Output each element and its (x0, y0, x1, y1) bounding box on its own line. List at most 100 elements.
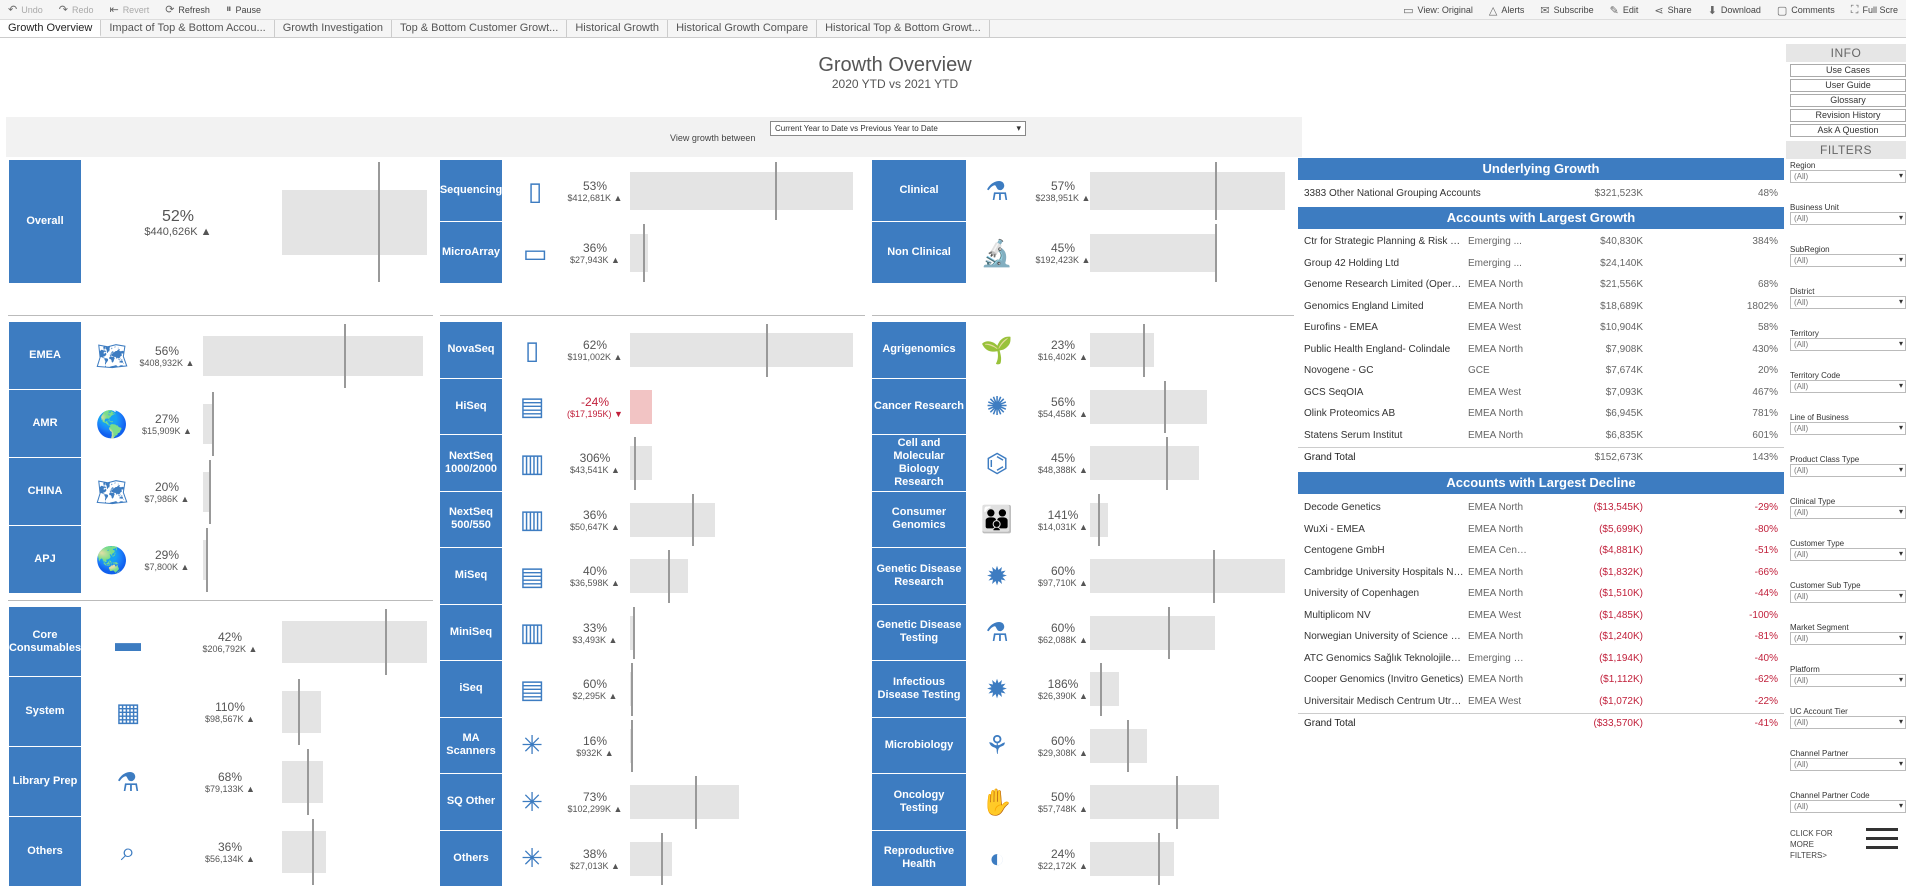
tile-label[interactable]: MA Scanners (440, 718, 502, 775)
table-row[interactable]: 3383 Other National Grouping Accounts $3… (1298, 184, 1784, 205)
table-row[interactable]: GCS SeqOIAEMEA West$7,093K467% (1298, 383, 1784, 404)
share-button[interactable]: ⋖Share (1646, 4, 1699, 17)
filter-dropdown[interactable]: (All) (1790, 254, 1906, 267)
view-growth-select[interactable]: Current Year to Date vs Previous Year to… (770, 121, 1026, 136)
filter-dropdown[interactable]: (All) (1790, 674, 1906, 687)
tab-growth-overview[interactable]: Growth Overview (0, 20, 101, 37)
info-button[interactable]: Use Cases (1790, 64, 1906, 77)
pause-button[interactable]: ⏸Pause (218, 3, 269, 16)
filter-dropdown[interactable]: (All) (1790, 212, 1906, 225)
undo-button[interactable]: ↶Undo (0, 3, 51, 16)
comments-button[interactable]: ▢Comments (1769, 4, 1843, 17)
tab-historical-growth-compare[interactable]: Historical Growth Compare (668, 20, 817, 37)
tab-growth-investigation[interactable]: Growth Investigation (275, 20, 392, 37)
redo-button[interactable]: ↷Redo (51, 3, 102, 16)
filter-dropdown[interactable]: (All) (1790, 800, 1906, 813)
growth-amount: $206,792K ▲ (190, 644, 270, 654)
filter-dropdown[interactable]: (All) (1790, 632, 1906, 645)
revert-button[interactable]: ⇤Revert (101, 3, 157, 16)
filter-dropdown[interactable]: (All) (1790, 506, 1906, 519)
table-row[interactable]: Public Health England- ColindaleEMEA Nor… (1298, 340, 1784, 361)
tile-label[interactable]: NovaSeq (440, 322, 502, 379)
table-row[interactable]: Multiplicom NVEMEA West($1,485K)-100% (1298, 606, 1784, 627)
menu-icon[interactable] (1866, 828, 1898, 852)
tile-label[interactable]: Genetic Disease Research (872, 548, 966, 605)
tile-label[interactable]: Library Prep (9, 747, 81, 817)
info-button[interactable]: User Guide (1790, 79, 1906, 92)
tile-label[interactable]: Cell and Molecular Biology Research (872, 435, 966, 492)
table-row[interactable]: Genomics England LimitedEMEA North$18,68… (1298, 297, 1784, 318)
tile-label[interactable]: APJ (9, 526, 81, 594)
table-row[interactable]: University of CopenhagenEMEA North($1,51… (1298, 584, 1784, 605)
view-button[interactable]: ▭View: Original (1395, 4, 1481, 17)
alerts-button[interactable]: △Alerts (1481, 4, 1532, 17)
tile-label[interactable]: Genetic Disease Testing (872, 605, 966, 662)
tile-label[interactable]: MiniSeq (440, 605, 502, 662)
tile-label[interactable]: SQ Other (440, 774, 502, 831)
table-row[interactable]: WuXi - EMEAEMEA North($5,699K)-80% (1298, 520, 1784, 541)
table-row[interactable]: Universitair Medisch Centrum Utrec...EME… (1298, 692, 1784, 713)
table-row[interactable]: Genome Research Limited (Operati...EMEA … (1298, 275, 1784, 296)
filter-dropdown[interactable]: (All) (1790, 422, 1906, 435)
download-button[interactable]: ⬇Download (1700, 4, 1769, 17)
info-button[interactable]: Glossary (1790, 94, 1906, 107)
table-row[interactable]: Cooper Genomics (Invitro Genetics)EMEA N… (1298, 670, 1784, 691)
table-row[interactable]: Decode GeneticsEMEA North($13,545K)-29% (1298, 498, 1784, 519)
tile-label[interactable]: Others (440, 831, 502, 887)
tile-label[interactable]: Oncology Testing (872, 774, 966, 831)
table-row[interactable]: Eurofins - EMEAEMEA West$10,904K58% (1298, 318, 1784, 339)
tile-label[interactable]: Infectious Disease Testing (872, 661, 966, 718)
fullscreen-button[interactable]: ⛶Full Scre (1843, 4, 1906, 17)
table-row[interactable]: Cambridge University Hospitals NH...EMEA… (1298, 563, 1784, 584)
tile-label[interactable]: Agrigenomics (872, 322, 966, 379)
table-row[interactable]: Novogene - GCGCE$7,674K20% (1298, 361, 1784, 382)
filter-dropdown[interactable]: (All) (1790, 296, 1906, 309)
tile-label[interactable]: Others (9, 817, 81, 887)
filter-dropdown[interactable]: (All) (1790, 464, 1906, 477)
tile-label[interactable]: Microbiology (872, 718, 966, 775)
tile-label[interactable]: CHINA (9, 458, 81, 526)
info-button[interactable]: Ask A Question (1790, 124, 1906, 137)
table-row[interactable]: Norwegian University of Science an...EME… (1298, 627, 1784, 648)
table-row[interactable]: Centogene GmbHEMEA Central($4,881K)-51% (1298, 541, 1784, 562)
tile-label[interactable]: MiSeq (440, 548, 502, 605)
tile-label[interactable]: System (9, 677, 81, 747)
view-icon: ▭ (1403, 4, 1413, 17)
filter-dropdown[interactable]: (All) (1790, 338, 1906, 351)
tile-label[interactable]: EMEA (9, 322, 81, 390)
filter-dropdown[interactable]: (All) (1790, 590, 1906, 603)
info-button[interactable]: Revision History (1790, 109, 1906, 122)
tile-label[interactable]: Sequencing (440, 160, 502, 222)
table-row[interactable]: Statens Serum InstitutEMEA North$6,835K6… (1298, 426, 1784, 447)
tile-label[interactable]: NextSeq 500/550 (440, 492, 502, 549)
tile-label[interactable]: Non Clinical (872, 222, 966, 284)
tile-label[interactable]: NextSeq 1000/2000 (440, 435, 502, 492)
tile-label[interactable]: Cancer Research (872, 379, 966, 436)
tile-label[interactable]: Core Consumables (9, 607, 81, 677)
table-row[interactable]: Olink Proteomics ABEMEA North$6,945K781% (1298, 404, 1784, 425)
table-row[interactable]: Ctr for Strategic Planning & Risk Ma...E… (1298, 232, 1784, 253)
subscribe-button[interactable]: ✉Subscribe (1532, 4, 1601, 17)
filter-dropdown[interactable]: (All) (1790, 170, 1906, 183)
tile-label[interactable]: HiSeq (440, 379, 502, 436)
tile-label[interactable]: Consumer Genomics (872, 492, 966, 549)
tile-label[interactable]: MicroArray (440, 222, 502, 284)
filter-dropdown[interactable]: (All) (1790, 380, 1906, 393)
table-row[interactable]: Group 42 Holding LtdEmerging ...$24,140K (1298, 254, 1784, 275)
table-row[interactable]: ATC Genomics Sağlık Teknolojileri A...Em… (1298, 649, 1784, 670)
tile-label[interactable]: iSeq (440, 661, 502, 718)
tile-label[interactable]: Reproductive Health (872, 831, 966, 887)
more-filters-link[interactable]: CLICK FOR MORE FILTERS> (1790, 828, 1850, 861)
tile-label[interactable]: AMR (9, 390, 81, 458)
edit-button[interactable]: ✎Edit (1602, 4, 1647, 17)
tab-top-bottom-customer[interactable]: Top & Bottom Customer Growt... (392, 20, 567, 37)
tab-historical-growth[interactable]: Historical Growth (567, 20, 668, 37)
filter-dropdown[interactable]: (All) (1790, 548, 1906, 561)
tab-impact-top-bottom[interactable]: Impact of Top & Bottom Accou... (101, 20, 274, 37)
tile-label[interactable]: Clinical (872, 160, 966, 222)
refresh-button[interactable]: ⟳Refresh (157, 3, 218, 16)
tab-historical-top-bottom[interactable]: Historical Top & Bottom Growt... (817, 20, 990, 37)
filter-dropdown[interactable]: (All) (1790, 716, 1906, 729)
filter-dropdown[interactable]: (All) (1790, 758, 1906, 771)
tile-label[interactable]: Overall (9, 160, 81, 284)
